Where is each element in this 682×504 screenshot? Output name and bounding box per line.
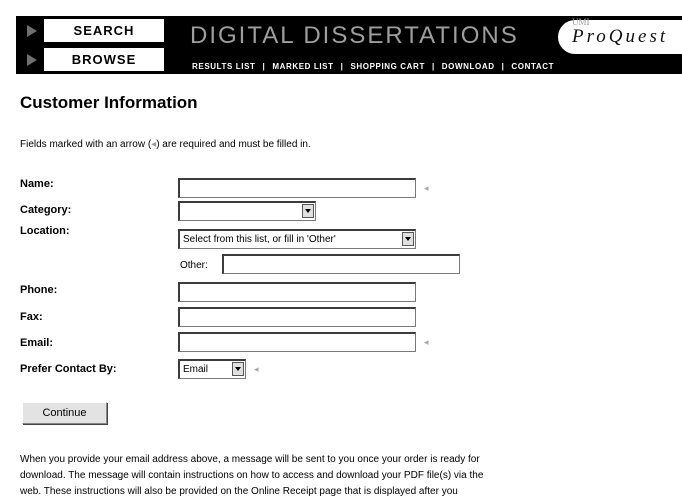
- header-banner: DIGITAL DISSERTATIONS ProQuest UMI: [166, 16, 682, 58]
- paragraph-line: When you provide your email address abov…: [20, 454, 480, 465]
- email-label: Email:: [20, 337, 54, 349]
- note-text-end: ) are required and must be filled in.: [156, 139, 311, 150]
- other-location-field[interactable]: [222, 254, 460, 274]
- browse-nav-button[interactable]: BROWSE: [18, 47, 164, 72]
- page: SEARCH BROWSE DIGITAL DISSERTATIONS ProQ…: [0, 0, 682, 504]
- shopping-cart-link[interactable]: SHOPPING CART: [350, 62, 424, 71]
- search-nav-label: SEARCH: [44, 19, 164, 42]
- note-text-start: Fields marked with an arrow (: [20, 139, 152, 150]
- nav-panel: SEARCH BROWSE: [16, 16, 166, 74]
- prefer-contact-selected-value: Email: [183, 364, 209, 375]
- continue-button[interactable]: Continue: [22, 402, 107, 424]
- dropdown-arrow-icon[interactable]: [232, 362, 244, 376]
- required-arrow-icon: ◂: [424, 337, 429, 347]
- separator: |: [340, 61, 344, 71]
- email-field[interactable]: [178, 332, 416, 352]
- location-selected-value: Select from this list, or fill in 'Other…: [183, 234, 336, 245]
- location-select[interactable]: Select from this list, or fill in 'Other…: [178, 229, 416, 249]
- play-arrow-icon: [18, 47, 44, 72]
- site-title: DIGITAL DISSERTATIONS: [190, 22, 519, 49]
- browse-nav-label: BROWSE: [44, 48, 164, 71]
- name-label: Name:: [20, 178, 54, 190]
- paragraph-line: web. These instructions will also be pro…: [20, 486, 458, 497]
- logo-text: ProQuest: [572, 26, 669, 47]
- email-info-paragraph: When you provide your email address abov…: [20, 452, 682, 500]
- fax-field[interactable]: [178, 307, 416, 327]
- separator: |: [262, 61, 266, 71]
- contact-link[interactable]: CONTACT: [511, 62, 554, 71]
- required-arrow-icon: ◂: [254, 364, 259, 374]
- phone-label: Phone:: [20, 284, 58, 296]
- dropdown-arrow-icon[interactable]: [402, 232, 414, 246]
- prefer-contact-label: Prefer Contact By:: [20, 363, 117, 375]
- separator: |: [431, 61, 435, 71]
- prefer-contact-select[interactable]: Email: [178, 359, 246, 379]
- name-field[interactable]: [178, 178, 416, 198]
- logo-mark: UMI: [572, 17, 590, 27]
- marked-list-link[interactable]: MARKED LIST: [272, 62, 333, 71]
- nav-link-bar: RESULTS LIST | MARKED LIST | SHOPPING CA…: [166, 58, 682, 74]
- search-nav-button[interactable]: SEARCH: [18, 18, 164, 43]
- play-arrow-icon: [18, 18, 44, 43]
- required-note: Fields marked with an arrow (◂) are requ…: [20, 139, 311, 150]
- download-link[interactable]: DOWNLOAD: [442, 62, 495, 71]
- category-select[interactable]: [178, 201, 316, 221]
- required-arrow-icon: ◂: [424, 183, 429, 193]
- dropdown-arrow-icon[interactable]: [302, 204, 314, 218]
- fax-label: Fax:: [20, 311, 43, 323]
- phone-field[interactable]: [178, 282, 416, 302]
- paragraph-line: download. The message will contain instr…: [20, 470, 484, 481]
- proquest-logo[interactable]: ProQuest UMI: [558, 17, 682, 54]
- results-list-link[interactable]: RESULTS LIST: [192, 62, 256, 71]
- category-label: Category:: [20, 204, 72, 216]
- separator: |: [501, 61, 505, 71]
- page-title: Customer Information: [20, 93, 198, 112]
- other-label: Other:: [180, 260, 208, 271]
- location-label: Location:: [20, 225, 70, 237]
